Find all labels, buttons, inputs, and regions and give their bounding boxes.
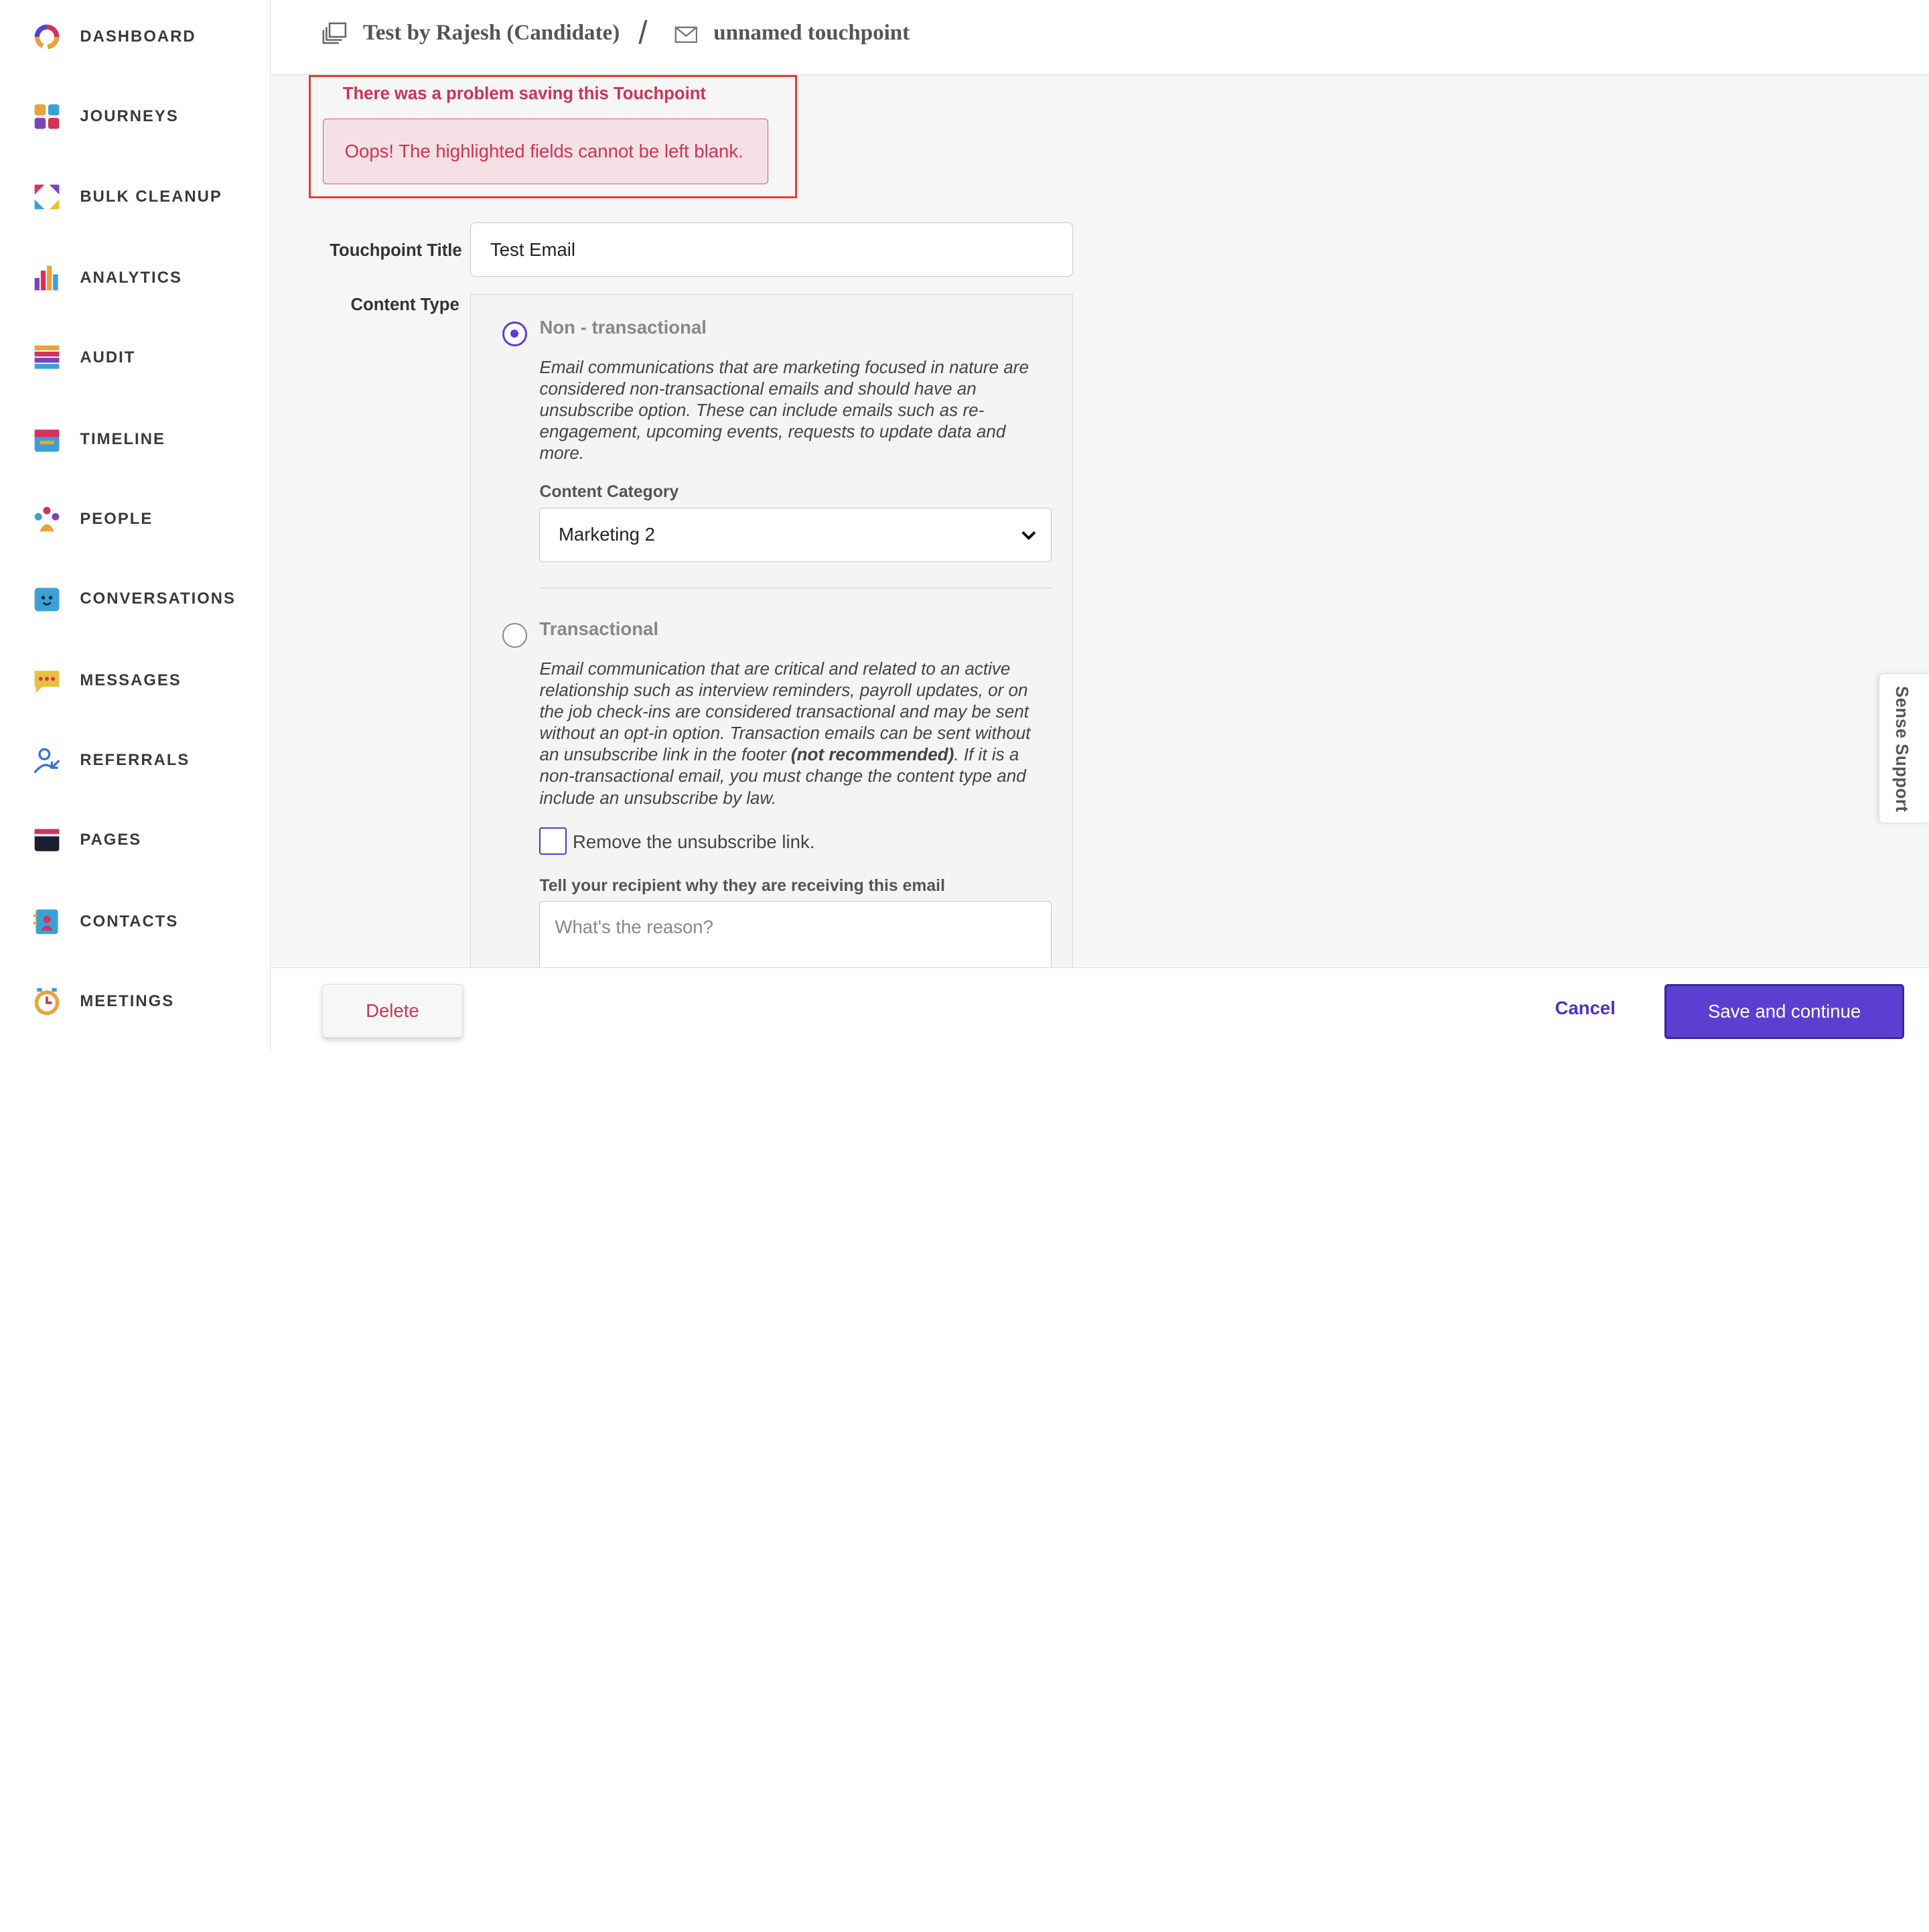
sense-support-tab[interactable]: Sense Support (1878, 673, 1929, 823)
form-footer: Delete Cancel Save and continue (271, 967, 1929, 1052)
sidebar-item-label: CONVERSATIONS (80, 590, 236, 608)
audit-icon (34, 346, 60, 369)
breadcrumb-touchpoint-name: unnamed touchpoint (713, 21, 910, 46)
sidebar-item-contacts[interactable]: CONTACTS (0, 897, 269, 946)
error-message: Oops! The highlighted fields cannot be l… (323, 119, 769, 184)
sidebar-item-label: PAGES (80, 831, 142, 849)
messages-icon (34, 670, 60, 693)
sidebar-item-dashboard[interactable]: DASHBOARD (0, 12, 269, 61)
sidebar-item-messages[interactable]: MESSAGES (0, 656, 269, 705)
app-root: DASHBOARD JOURNEYS BULK CLEANUP ANALYTIC… (0, 0, 1929, 1052)
sidebar-item-bulk-cleanup[interactable]: BULK CLEANUP (0, 172, 269, 221)
referrals-icon (33, 748, 60, 774)
analytics-icon (34, 265, 58, 291)
journeys-icon (34, 105, 60, 129)
journey-stack-icon (322, 22, 347, 44)
content-category-label: Content Category (539, 482, 679, 501)
email-icon (674, 26, 697, 43)
content-type-panel: Non - transactional Email communications… (470, 293, 1073, 1000)
non-transactional-radio[interactable] (502, 322, 528, 347)
sidebar-item-conversations[interactable]: CONVERSATIONS (0, 575, 269, 624)
sidebar-item-label: CONTACTS (80, 912, 179, 930)
divider (539, 588, 1052, 589)
touchpoint-form: There was a problem saving this Touchpoi… (271, 75, 1929, 1000)
dashboard-icon (34, 24, 60, 50)
reason-label: Tell your recipient why they are receivi… (539, 876, 945, 895)
remove-unsubscribe-label[interactable]: Remove the unsubscribe link. (573, 831, 814, 853)
transactional-description: Email communication that are critical an… (539, 658, 1051, 809)
contacts-icon (33, 909, 58, 935)
sidebar-item-label: ANALYTICS (80, 269, 182, 287)
pages-icon (34, 829, 60, 851)
sidebar-item-label: AUDIT (80, 348, 136, 367)
sidebar-item-label: TIMELINE (80, 429, 165, 448)
sidebar-item-label: JOURNEYS (80, 107, 179, 126)
content-category-value: Marketing 2 (558, 524, 655, 545)
sidebar-item-meetings[interactable]: MEETINGS (0, 977, 269, 1026)
sidebar-item-label: PEOPLE (80, 510, 153, 529)
transactional-label[interactable]: Transactional (539, 618, 658, 640)
breadcrumb: Test by Rajesh (Candidate) / unnamed tou… (271, 0, 1929, 76)
sidebar-item-label: DASHBOARD (80, 27, 196, 46)
bulk-cleanup-icon (34, 184, 60, 210)
error-title: There was a problem saving this Touchpoi… (342, 84, 706, 104)
sidebar-item-people[interactable]: PEOPLE (0, 494, 269, 543)
content-category-select[interactable]: Marketing 2 (539, 507, 1052, 562)
sense-support-label: Sense Support (1892, 686, 1911, 813)
people-icon (34, 506, 60, 532)
sidebar-item-label: MESSAGES (80, 671, 182, 689)
sidebar-item-referrals[interactable]: REFERRALS (0, 736, 269, 784)
not-recommended-text: (not recommended) (790, 744, 954, 765)
cancel-button[interactable]: Cancel (1555, 997, 1616, 1019)
sidebar: DASHBOARD JOURNEYS BULK CLEANUP ANALYTIC… (0, 0, 271, 1052)
sidebar-item-label: MEETINGS (80, 992, 175, 1011)
touchpoint-title-label: Touchpoint Title (330, 240, 462, 260)
chevron-down-icon (1021, 531, 1036, 541)
sidebar-item-timeline[interactable]: TIMELINE (0, 415, 269, 464)
error-alert: There was a problem saving this Touchpoi… (309, 75, 798, 198)
sidebar-item-pages[interactable]: PAGES (0, 816, 269, 865)
meetings-icon (34, 987, 60, 1016)
save-and-continue-button[interactable]: Save and continue (1664, 983, 1905, 1040)
transactional-radio[interactable] (502, 623, 528, 648)
breadcrumb-separator: / (638, 15, 648, 52)
non-transactional-description: Email communications that are marketing … (539, 356, 1029, 464)
sidebar-item-label: REFERRALS (80, 751, 190, 770)
conversations-icon (34, 588, 60, 612)
breadcrumb-journey-link[interactable]: Test by Rajesh (Candidate) (363, 21, 620, 46)
sidebar-item-analytics[interactable]: ANALYTICS (0, 253, 269, 302)
sidebar-item-label: BULK CLEANUP (80, 187, 222, 206)
timeline-icon (34, 429, 60, 452)
remove-unsubscribe-checkbox[interactable] (539, 827, 567, 855)
delete-button[interactable]: Delete (322, 983, 463, 1038)
sidebar-item-journeys[interactable]: JOURNEYS (0, 92, 269, 141)
non-transactional-label[interactable]: Non - transactional (539, 317, 706, 338)
sidebar-item-audit[interactable]: AUDIT (0, 334, 269, 383)
content-type-label: Content Type (350, 295, 459, 314)
touchpoint-title-input[interactable] (470, 222, 1073, 277)
